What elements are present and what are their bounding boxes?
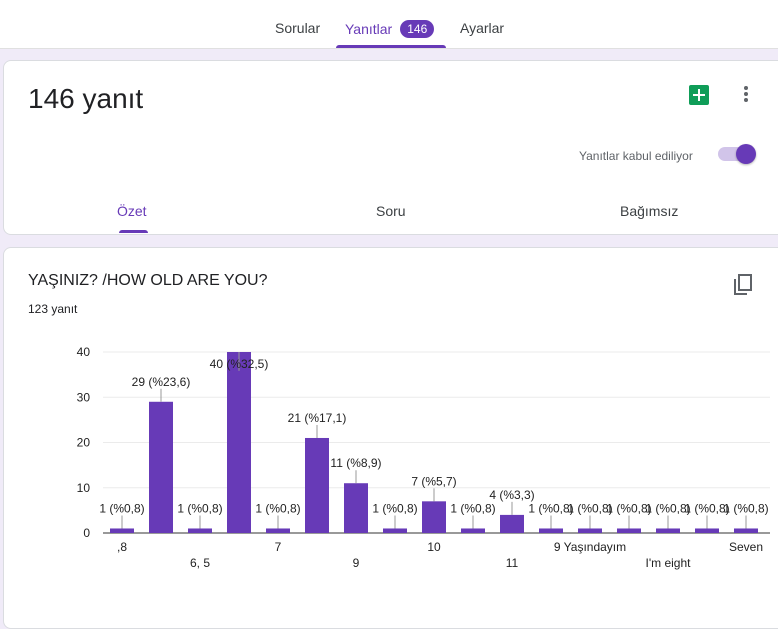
x-tick-label: 11 — [506, 556, 519, 570]
data-label: 1 (%0,8) — [372, 501, 417, 515]
bar — [617, 528, 641, 533]
bar — [383, 528, 407, 533]
bar-chart: 0 10 20 30 40 1 (%0,8) ,8 29 (%23,6) 1 (%0,8) 6, … — [77, 345, 770, 570]
data-label: 1 (%0,8) — [255, 501, 300, 515]
x-tick-label: 6, 5 — [190, 556, 210, 570]
data-label: 29 (%23,6) — [132, 375, 191, 389]
x-tick-label: ,8 — [117, 540, 127, 554]
data-label: 40 (%32,5) — [210, 357, 269, 371]
x-tick-label: Seven — [729, 540, 763, 554]
data-label: 21 (%17,1) — [288, 411, 347, 425]
bar — [539, 528, 563, 533]
bar — [695, 528, 719, 533]
y-tick-label: 30 — [77, 390, 91, 404]
bar — [500, 514, 524, 533]
bar — [110, 528, 134, 533]
data-label: 7 (%5,7) — [411, 474, 456, 488]
bar — [578, 528, 602, 533]
bar — [149, 401, 173, 533]
x-tick-label: 7 — [275, 540, 282, 554]
x-tick-label: 9 Yaşındayım — [554, 540, 626, 554]
x-tick-label: 9 — [353, 556, 360, 570]
bar — [188, 528, 212, 533]
data-label: 1 (%0,8) — [450, 501, 495, 515]
x-tick-label: I'm eight — [646, 556, 692, 570]
bar — [227, 352, 251, 533]
bar — [422, 501, 446, 533]
data-label: 1 (%0,8) — [99, 501, 144, 515]
bar — [266, 528, 290, 533]
x-tick-label: 10 — [427, 540, 441, 554]
y-tick-label: 0 — [83, 526, 90, 540]
bar — [734, 528, 758, 533]
bar — [461, 528, 485, 533]
data-label: 4 (%3,3) — [489, 488, 534, 502]
bar — [305, 437, 329, 533]
y-tick-label: 20 — [77, 436, 91, 450]
data-label: 1 (%0,8) — [723, 501, 768, 515]
bar — [344, 483, 368, 533]
data-label: 11 (%8,9) — [330, 456, 381, 470]
y-tick-label: 40 — [77, 345, 91, 359]
data-label: 1 (%0,8) — [177, 501, 222, 515]
y-tick-label: 10 — [77, 481, 91, 495]
bar — [656, 528, 680, 533]
